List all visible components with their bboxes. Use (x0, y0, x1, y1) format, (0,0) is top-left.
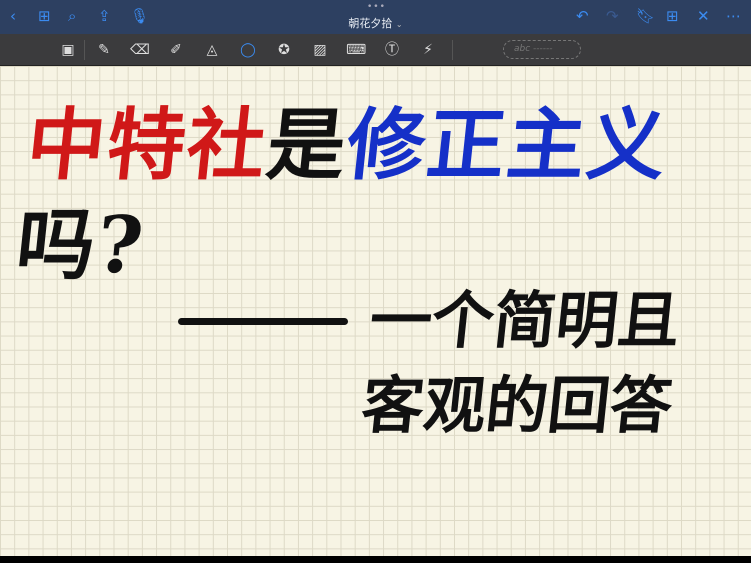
handwritten-subtitle-line1: 一个简明且 (366, 284, 684, 357)
text-box-icon[interactable]: Ⓣ (382, 40, 402, 60)
highlighter-icon[interactable]: ✐ (166, 40, 186, 60)
bottom-edge (0, 556, 751, 563)
divider (84, 40, 85, 60)
handwritten-title: 中特社是修正主义吗? (11, 96, 751, 296)
bookmark-icon[interactable]: 🔖︎ (636, 7, 655, 25)
pen-icon[interactable]: ✎ (94, 40, 114, 60)
drawing-toolbar: ▣ ✎ ⌫ ✐ ◬ ◯ ✪ ▨ ⌨ Ⓣ ⚡ abc ------ (0, 34, 751, 66)
redo-icon[interactable]: ↷ (606, 7, 619, 25)
close-icon[interactable]: ✕ (697, 7, 710, 25)
handwriting-input-placeholder[interactable]: abc ------ (503, 40, 581, 59)
keyboard-icon[interactable]: ⌨ (346, 40, 366, 60)
handwritten-dash (178, 318, 348, 325)
chevron-down-icon: ⌄ (395, 20, 403, 29)
undo-icon[interactable]: ↶ (576, 7, 589, 25)
drag-handle[interactable]: ••• (367, 2, 386, 12)
image-icon[interactable]: ▨ (310, 40, 330, 60)
shapes-icon[interactable]: ◬ (202, 40, 222, 60)
eraser-icon[interactable]: ⌫ (130, 40, 150, 60)
laser-pointer-icon[interactable]: ⚡ (418, 40, 438, 60)
more-icon[interactable]: ⋯ (726, 7, 741, 25)
handwriting-red: 中特社 (22, 100, 273, 191)
lasso-icon[interactable]: ◯ (238, 40, 258, 60)
handwriting-black: 吗? (12, 200, 150, 291)
handwriting-black: 是 (262, 100, 353, 191)
add-page-icon[interactable]: ⊞ (666, 7, 679, 25)
divider (452, 40, 453, 60)
handwriting-blue: 修正主义 (342, 100, 673, 191)
handwritten-subtitle-line2: 客观的回答 (358, 369, 676, 442)
sticker-icon[interactable]: ✪ (274, 40, 294, 60)
read-mode-icon[interactable]: ▣ (58, 40, 78, 60)
top-nav-bar: ‹ ⊞ ⌕ ⇪ 🎙 ••• 朝花夕拾 ⌄ ↶ ↷ 🔖︎ ⊞ ✕ ⋯ (0, 0, 751, 34)
